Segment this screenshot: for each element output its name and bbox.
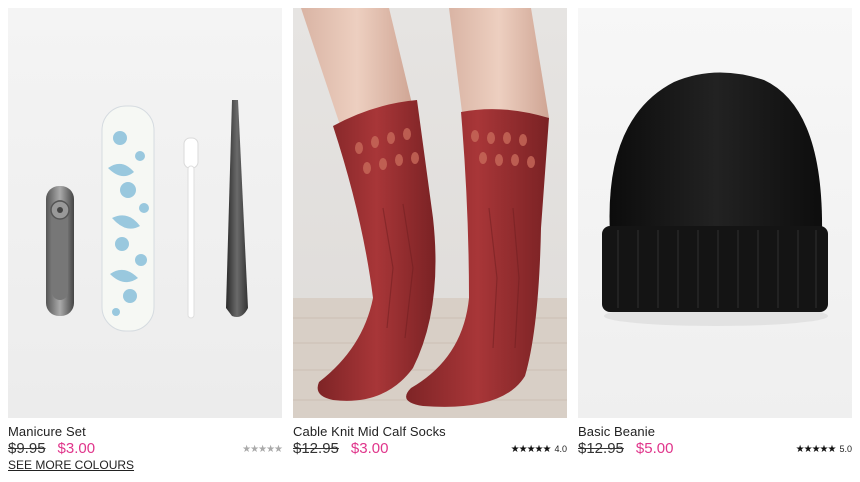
product-card-manicure-set: Manicure Set $9.95 $3.00 ★★★★★ SEE MORE C…	[8, 8, 283, 478]
price-block: $12.95 $3.00	[293, 440, 388, 457]
star-rating-icon: ★★★★★	[242, 444, 283, 455]
star-rating-icon: ★★★★★	[510, 444, 552, 455]
original-price: $12.95	[293, 440, 339, 457]
product-grid: Manicure Set $9.95 $3.00 ★★★★★ SEE MORE C…	[0, 0, 860, 482]
product-info: Manicure Set $9.95 $3.00 ★★★★★ SEE MORE C…	[8, 418, 283, 478]
product-name[interactable]: Basic Beanie	[578, 424, 655, 439]
rating-value: 5.0	[839, 444, 852, 454]
sale-price: $3.00	[57, 440, 96, 457]
socks-image[interactable]	[293, 8, 567, 418]
manicure-set-image[interactable]	[8, 8, 282, 418]
sale-price: $5.00	[635, 440, 674, 457]
price-block: $9.95 $3.00	[8, 440, 95, 457]
product-name[interactable]: Manicure Set	[8, 424, 86, 439]
rating: ★★★★★ 5.0	[796, 444, 852, 455]
product-card-socks: Cable Knit Mid Calf Socks $12.95 $3.00 ★★…	[293, 8, 567, 478]
rating: ★★★★★	[242, 444, 283, 455]
product-card-beanie: Basic Beanie $12.95 $5.00 ★★★★★ 5.0	[578, 8, 852, 478]
product-name[interactable]: Cable Knit Mid Calf Socks	[293, 424, 446, 439]
product-info: Basic Beanie $12.95 $5.00 ★★★★★ 5.0	[578, 418, 852, 478]
product-info: Cable Knit Mid Calf Socks $12.95 $3.00 ★★…	[293, 418, 567, 478]
original-price: $12.95	[578, 440, 624, 457]
sale-price: $3.00	[350, 440, 389, 457]
price-block: $12.95 $5.00	[578, 440, 673, 457]
beanie-image[interactable]	[578, 8, 852, 418]
rating: ★★★★★ 4.0	[511, 444, 567, 455]
original-price: $9.95	[8, 440, 46, 457]
rating-value: 4.0	[554, 444, 567, 454]
see-more-colours-link[interactable]: SEE MORE COLOURS	[8, 458, 134, 472]
star-rating-icon: ★★★★★	[795, 444, 837, 455]
